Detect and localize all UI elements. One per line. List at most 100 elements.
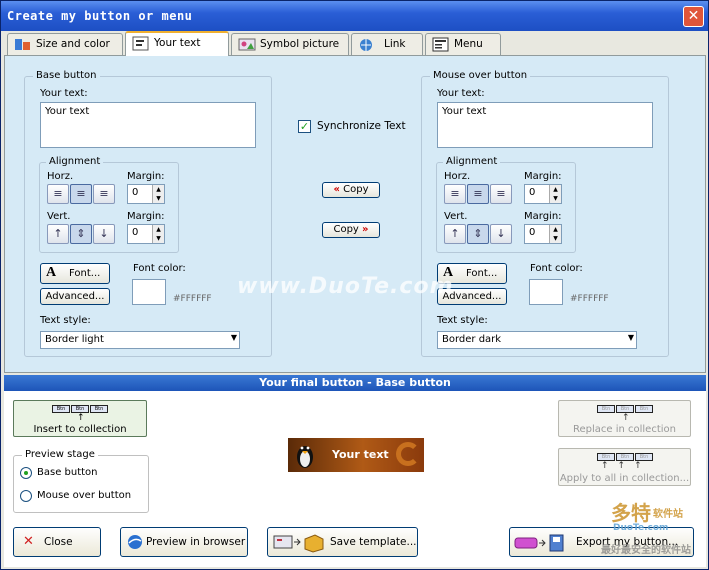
save-label: Save template... bbox=[330, 536, 417, 548]
mini-button-icon: Btn bbox=[597, 405, 615, 413]
text-style-value: Border light bbox=[45, 334, 104, 345]
margin-value: 0 bbox=[529, 227, 536, 238]
preview-stage-title: Preview stage bbox=[22, 449, 98, 460]
align-center-icon[interactable]: ≡ bbox=[467, 184, 489, 204]
text-style-value: Border dark bbox=[442, 334, 502, 345]
swirl-icon bbox=[396, 442, 420, 466]
text-style-label: Text style: bbox=[40, 315, 91, 326]
font-color-swatch[interactable] bbox=[529, 279, 563, 305]
base-button-radio[interactable] bbox=[20, 467, 32, 479]
mini-button-icon: Btn bbox=[71, 405, 89, 413]
final-button-header: Your final button - Base button bbox=[4, 375, 706, 391]
vert-label: Vert. bbox=[47, 211, 71, 222]
tab-label: Link bbox=[384, 38, 406, 50]
align-middle-icon[interactable]: ⇕ bbox=[70, 224, 92, 244]
close-icon: ✕ bbox=[23, 534, 34, 549]
margin-label: Margin: bbox=[127, 211, 165, 222]
preview-button[interactable]: Your text bbox=[288, 438, 424, 472]
title-bar[interactable]: Create my button or menu ✕ bbox=[1, 1, 708, 31]
picture-icon bbox=[238, 37, 256, 52]
horz-margin-stepper[interactable]: 0 ▲ ▼ bbox=[524, 184, 562, 204]
insert-to-collection-button[interactable]: Btn Btn Btn ↑ Insert to collection bbox=[13, 400, 147, 437]
copy-right-label: Copy bbox=[333, 224, 359, 235]
watermark-text: www.DuoTe.com bbox=[237, 274, 454, 299]
window-title: Create my button or menu bbox=[7, 9, 193, 23]
apply-all-label: Apply to all in collection... bbox=[559, 473, 690, 484]
link-icon bbox=[358, 37, 376, 52]
base-text-input[interactable]: Your text bbox=[40, 102, 256, 148]
double-right-icon: » bbox=[362, 224, 369, 235]
watermark-logo-sub: 软件站 bbox=[653, 509, 683, 520]
tab-link[interactable]: Link bbox=[351, 33, 423, 55]
align-bottom-icon[interactable]: ↓ bbox=[93, 224, 115, 244]
align-top-icon[interactable]: ↑ bbox=[444, 224, 466, 244]
preview-stage-group: Preview stage Base button Mouse over but… bbox=[13, 449, 149, 513]
replace-label: Replace in collection bbox=[572, 424, 676, 435]
align-top-icon[interactable]: ↑ bbox=[47, 224, 69, 244]
watermark-logo: 多特 bbox=[611, 501, 651, 525]
penguin-icon bbox=[294, 441, 316, 472]
export-icon bbox=[514, 533, 566, 556]
mini-button-icon: Btn bbox=[635, 405, 653, 413]
font-color-hex: #FFFFFF bbox=[570, 294, 609, 304]
margin-label: Margin: bbox=[524, 171, 562, 182]
chevron-down-icon: ▼ bbox=[627, 333, 634, 342]
mini-button-icon: Btn bbox=[616, 453, 634, 461]
mouse-over-radio-label: Mouse over button bbox=[37, 490, 132, 501]
group-title: Mouse over button bbox=[430, 70, 531, 81]
font-button-label: Font... bbox=[466, 268, 498, 279]
copy-left-button[interactable]: « Copy bbox=[322, 182, 380, 198]
double-left-icon: « bbox=[333, 184, 340, 195]
text-style-select[interactable]: Border dark ▼ bbox=[437, 331, 637, 349]
mini-button-icon: Btn bbox=[52, 405, 70, 413]
horz-margin-stepper[interactable]: 0 ▲ ▼ bbox=[127, 184, 165, 204]
font-button[interactable]: A Font... bbox=[40, 263, 110, 284]
mouse-text-input[interactable]: Your text bbox=[437, 102, 653, 148]
vert-margin-stepper[interactable]: 0 ▲ ▼ bbox=[127, 224, 165, 244]
horz-label: Horz. bbox=[47, 171, 74, 182]
tab-strip: Size and color Your text Symbol picture … bbox=[5, 31, 705, 56]
watermark-url: DuoTe.com bbox=[613, 523, 669, 533]
align-center-icon[interactable]: ≡ bbox=[70, 184, 92, 204]
close-label: Close bbox=[44, 536, 73, 548]
tab-your-text[interactable]: Your text bbox=[125, 31, 229, 56]
save-template-button[interactable]: Save template... bbox=[267, 527, 418, 557]
align-bottom-icon[interactable]: ↓ bbox=[490, 224, 512, 244]
align-left-icon[interactable]: ≡ bbox=[47, 184, 69, 204]
alignment-group: Alignment Horz. Margin: ≡ ≡ ≡ 0 ▲ ▼ Vert. … bbox=[39, 156, 179, 253]
align-middle-icon[interactable]: ⇕ bbox=[467, 224, 489, 244]
text-style-select[interactable]: Border light ▼ bbox=[40, 331, 240, 349]
advanced-button[interactable]: Advanced... bbox=[40, 288, 110, 305]
arrow-up-icon: ↑↑↑ bbox=[601, 461, 651, 471]
font-color-swatch[interactable] bbox=[132, 279, 166, 305]
margin-value: 0 bbox=[132, 187, 139, 198]
vert-margin-stepper[interactable]: 0 ▲ ▼ bbox=[524, 224, 562, 244]
align-right-icon[interactable]: ≡ bbox=[93, 184, 115, 204]
preview-in-browser-button[interactable]: Preview in browser bbox=[120, 527, 248, 557]
dialog-window: Create my button or menu ✕ Size and colo… bbox=[0, 0, 709, 570]
apply-to-all-button[interactable]: Btn Btn Btn ↑↑↑ Apply to all in collecti… bbox=[558, 448, 691, 486]
align-left-icon[interactable]: ≡ bbox=[444, 184, 466, 204]
tab-label: Size and color bbox=[36, 38, 110, 50]
close-button[interactable]: ✕ Close bbox=[13, 527, 101, 557]
preview-button-text: Your text bbox=[332, 448, 389, 461]
alignment-title: Alignment bbox=[443, 156, 501, 167]
replace-in-collection-button[interactable]: Btn Btn Btn ↑ Replace in collection bbox=[558, 400, 691, 437]
tab-symbol-picture[interactable]: Symbol picture bbox=[231, 33, 349, 55]
font-color-hex: #FFFFFF bbox=[173, 294, 212, 304]
mouse-over-radio[interactable] bbox=[20, 490, 32, 502]
mouse-over-group: Mouse over button Your text: Your text A… bbox=[421, 70, 669, 357]
font-button-label: Font... bbox=[69, 268, 101, 279]
tab-label: Symbol picture bbox=[260, 38, 340, 50]
copy-right-button[interactable]: Copy » bbox=[322, 222, 380, 238]
mini-button-icon: Btn bbox=[635, 453, 653, 461]
align-right-icon[interactable]: ≡ bbox=[490, 184, 512, 204]
tab-menu[interactable]: Menu bbox=[425, 33, 501, 55]
close-icon[interactable]: ✕ bbox=[683, 6, 704, 27]
synchronize-checkbox[interactable]: ✓ bbox=[298, 120, 311, 133]
font-icon: A bbox=[46, 265, 57, 280]
menu-icon bbox=[432, 37, 450, 52]
alignment-group: Alignment Horz. Margin: ≡ ≡ ≡ 0 ▲ ▼ Vert. … bbox=[436, 156, 576, 253]
tab-size-and-color[interactable]: Size and color bbox=[7, 33, 123, 55]
preview-label: Preview in browser bbox=[146, 536, 246, 548]
